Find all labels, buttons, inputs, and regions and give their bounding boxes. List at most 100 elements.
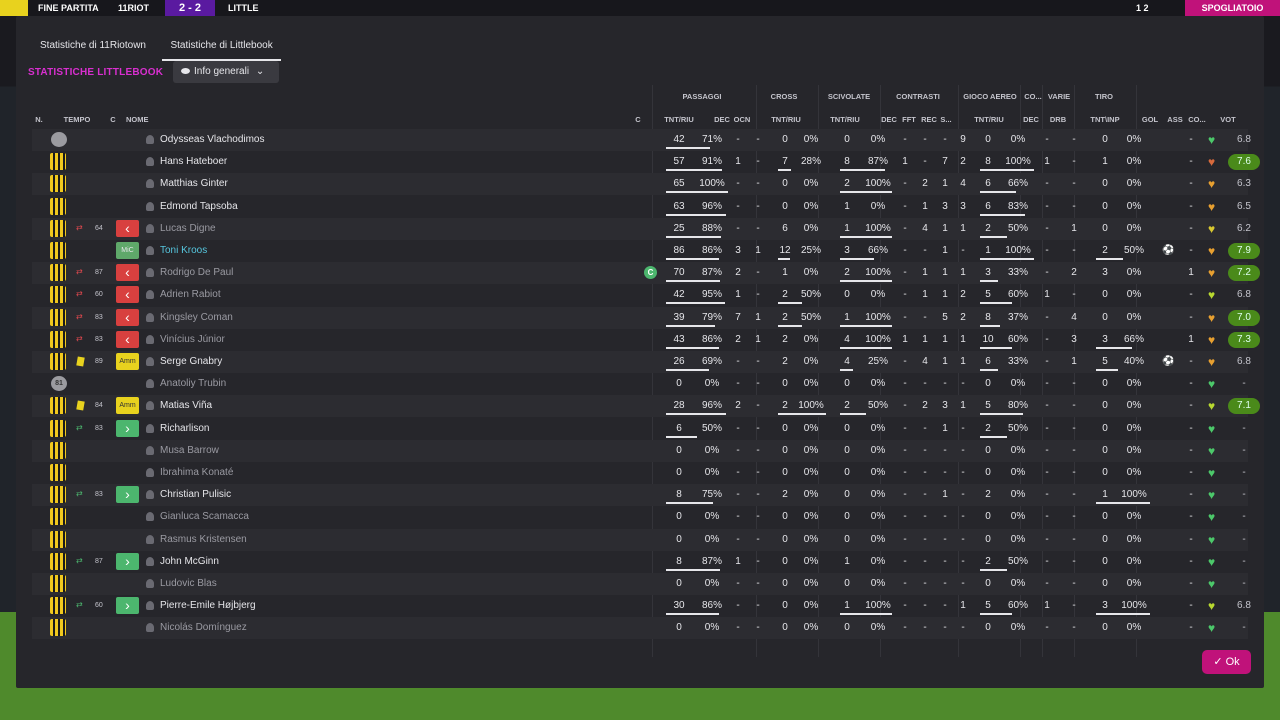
- morale-heart-icon: ♥: [1208, 466, 1216, 480]
- stat-cell: 0: [676, 622, 682, 634]
- stat-cell: 26: [673, 356, 685, 367]
- position-badge[interactable]: ›: [116, 419, 139, 437]
- table-row[interactable]: Ludovic Blas 0 0% - - 0 0% 0 0% - - - - 0 0% - - 0 0% - ♥ -: [32, 573, 1248, 595]
- stat-cell: -: [1072, 400, 1076, 412]
- stat-cell: -: [943, 555, 947, 567]
- table-row[interactable]: MiC Toni Kroos 86 86% 3 1 12 25% 3 66% - - 1 - 1 100% - -…: [32, 240, 1260, 262]
- player-name[interactable]: John McGinn: [160, 556, 219, 567]
- player-shirt-icon: [50, 242, 66, 259]
- table-row[interactable]: Hans Hateboer 57 91% 1-7 28% 8 87% 1-7 2 8 100% 1-1…: [32, 151, 1260, 173]
- table-row[interactable]: Nicolás Domínguez 0 0% - - 0 0% 0 0% - - - - 0 0% - - 0 0%…: [32, 617, 1248, 640]
- table-row[interactable]: ⇄ 83 ‹ Vinícius Júnior 43 86% 2 1 2 0% 4 100% 1 1 1 1 10…: [32, 329, 1260, 351]
- stat-cell: 2: [1102, 245, 1108, 256]
- position-badge[interactable]: ›: [116, 486, 139, 504]
- morale-heart-icon: ♥: [1208, 554, 1216, 569]
- table-row[interactable]: Gianluca Scamacca 0 0% - - 0 0% 0 0% - - - - 0 0% - - 0 0%…: [32, 506, 1248, 528]
- morale-heart-icon: ♥: [1208, 443, 1216, 458]
- position-badge[interactable]: ‹: [116, 286, 139, 304]
- stat-cell: 0%: [870, 533, 886, 545]
- stat-cell: -: [756, 555, 760, 567]
- table-row[interactable]: ⇄ 60 ‹ Adrien Rabiot 42 95% 1-2 50% 0 0% -1 1 2 5 60% 1…: [32, 284, 1251, 306]
- table-row[interactable]: 81 Anatoliy Trubin 0 0% - - 0 0% 0 0% - - - - 0 0% - - 0 0%…: [32, 373, 1248, 395]
- position-badge[interactable]: ‹: [116, 330, 139, 348]
- player-name[interactable]: Adrien Rabiot: [160, 289, 221, 300]
- stat-cell: 28%: [800, 156, 821, 168]
- tackle-bar: [840, 258, 875, 260]
- tab-away-stats[interactable]: Statistiche di Littlebook: [162, 34, 281, 61]
- player-name[interactable]: Pierre-Emile Højbjerg: [160, 600, 256, 611]
- table-row[interactable]: Edmond Tapsoba 63 96% - - 0 0% 1 0% - 1 3 3 6 83% - - 0 0%…: [32, 196, 1251, 218]
- player-name[interactable]: Christian Pulisic: [160, 489, 231, 500]
- player-name[interactable]: Odysseas Vlachodimos: [160, 134, 265, 145]
- stat-cell: -: [756, 200, 760, 212]
- position-badge[interactable]: Amm: [116, 353, 139, 370]
- table-row[interactable]: ⇄ 87 › John McGinn 8 87% 1 - 0 0% 1 0% - - - - 2 50% - - 0 0%…: [32, 551, 1248, 573]
- player-name[interactable]: Musa Barrow: [160, 445, 219, 456]
- player-name[interactable]: Nicolás Domínguez: [160, 622, 247, 633]
- stat-cell: 2: [735, 333, 741, 345]
- position-badge[interactable]: ›: [116, 597, 139, 615]
- aerial-bar: [980, 302, 1013, 305]
- player-name[interactable]: Matthias Ginter: [160, 178, 228, 189]
- player-name[interactable]: Toni Kroos: [160, 245, 207, 256]
- view-dropdown[interactable]: Info generali ⌄: [173, 61, 279, 83]
- table-row[interactable]: ⇄ 87 ‹ Rodrigo De Paul C 70 87% 2-1 0% 2 100% -1 1 1 3…: [32, 262, 1260, 285]
- player-name[interactable]: Serge Gnabry: [160, 356, 222, 367]
- ok-button[interactable]: ✓ Ok: [1202, 650, 1251, 674]
- stat-cell: 0%: [803, 444, 819, 456]
- player-name[interactable]: Hans Hateboer: [160, 156, 227, 167]
- stat-cell: 50%: [867, 400, 888, 412]
- table-row[interactable]: ⇄ 64 ‹ Lucas Digne 25 88% - -6 0% 1 100% -4 1 1 2 50% -1…: [32, 217, 1251, 240]
- player-name[interactable]: Rodrigo De Paul: [160, 267, 233, 278]
- player-name[interactable]: Edmond Tapsoba: [160, 201, 238, 212]
- table-row[interactable]: Matthias Ginter 65 100% - -0 0% 2 100% -2 1 4 6 66% -…: [32, 173, 1251, 196]
- position-badge[interactable]: ‹: [116, 308, 139, 326]
- table-row[interactable]: Ibrahima Konaté 0 0% - - 0 0% 0 0% - - - - 0 0% - - 0 0% - ♥…: [32, 462, 1248, 484]
- player-shirt-icon: [50, 575, 66, 592]
- stat-cell: 2: [782, 400, 788, 412]
- tab-home-stats[interactable]: Statistiche di 11Riotown: [32, 34, 154, 59]
- table-row[interactable]: Musa Barrow 0 0% - - 0 0% 0 0% - - - - 0 0% - - 0 0% - ♥ -: [32, 439, 1248, 462]
- player-name[interactable]: Kingsley Coman: [160, 312, 233, 323]
- stat-cell: 8: [676, 555, 682, 567]
- table-row[interactable]: ⇄ 60 › Pierre-Emile Højbjerg 30 86% - - 0 0% 1 100%…: [32, 595, 1251, 617]
- player-name[interactable]: Ibrahima Konaté: [160, 467, 233, 478]
- player-shirt-icon: [50, 486, 66, 504]
- stat-cell: -: [756, 467, 760, 478]
- stat-cell: -: [1045, 356, 1049, 367]
- stat-cell: -: [1189, 200, 1193, 212]
- table-row[interactable]: Rasmus Kristensen 0 0% - - 0 0% 0 0% - - - - 0 0% - - 0 0%…: [32, 528, 1248, 551]
- column-header: VOT: [1220, 115, 1236, 124]
- player-name[interactable]: Gianluca Scamacca: [160, 511, 249, 522]
- table-row[interactable]: Odysseas Vlachodimos 42 71% - - 0 0% 0 0% - - - 9 0 0%…: [32, 129, 1251, 151]
- position-badge[interactable]: MiC: [116, 242, 139, 259]
- stat-cell: 0: [985, 378, 991, 390]
- position-badge[interactable]: ‹: [116, 264, 139, 282]
- player-name[interactable]: Rasmus Kristensen: [160, 534, 247, 545]
- player-name[interactable]: Richarlison: [160, 423, 209, 434]
- dressing-room-button[interactable]: SPOGLIATOIO: [1185, 0, 1280, 16]
- stat-cell: -: [943, 444, 947, 456]
- player-name[interactable]: Lucas Digne: [160, 223, 216, 234]
- stat-cell: -: [923, 422, 927, 434]
- player-name[interactable]: Matias Viña: [160, 400, 212, 411]
- stat-cell: 1: [922, 200, 928, 212]
- position-badge[interactable]: ‹: [116, 219, 139, 237]
- player-name[interactable]: Vinícius Júnior: [160, 334, 225, 345]
- stat-cell: -: [736, 511, 740, 523]
- table-row[interactable]: ⇄ 83 ‹ Kingsley Coman 39 79% 7 1 2 50% 1 100% - -5 2 8 3…: [32, 306, 1260, 329]
- aerial-bar: [980, 324, 1000, 327]
- stat-cell: 2: [735, 400, 741, 412]
- group-header: PASSAGGI: [682, 92, 722, 101]
- position-badge[interactable]: Amm: [116, 397, 139, 415]
- cross-bar: [778, 324, 802, 327]
- table-row[interactable]: ⇄ 83 › Christian Pulisic 8 75% - - 2 0% 0 0% - - 1 - 2 0%…: [32, 484, 1248, 507]
- table-row[interactable]: ⇄ 83 › Richarlison 6 50% - - 0 0% 0 0% - - 1 - 2 50% - - 0 0%…: [32, 418, 1248, 440]
- position-badge[interactable]: ›: [116, 552, 139, 570]
- player-name[interactable]: Ludovic Blas: [160, 578, 217, 589]
- stat-cell: 2: [960, 289, 966, 301]
- stat-cell: -: [1045, 245, 1049, 256]
- table-row[interactable]: 84 Amm Matias Viña 28 96% 2 - 2 100% 2 50% - 2 3 1 5 80%…: [32, 395, 1260, 418]
- table-row[interactable]: 89 Amm Serge Gnabry 26 69% - - 2 0% 4 25% - 4 1 1 6 33% -…: [32, 351, 1251, 373]
- player-name[interactable]: Anatoliy Trubin: [160, 378, 226, 389]
